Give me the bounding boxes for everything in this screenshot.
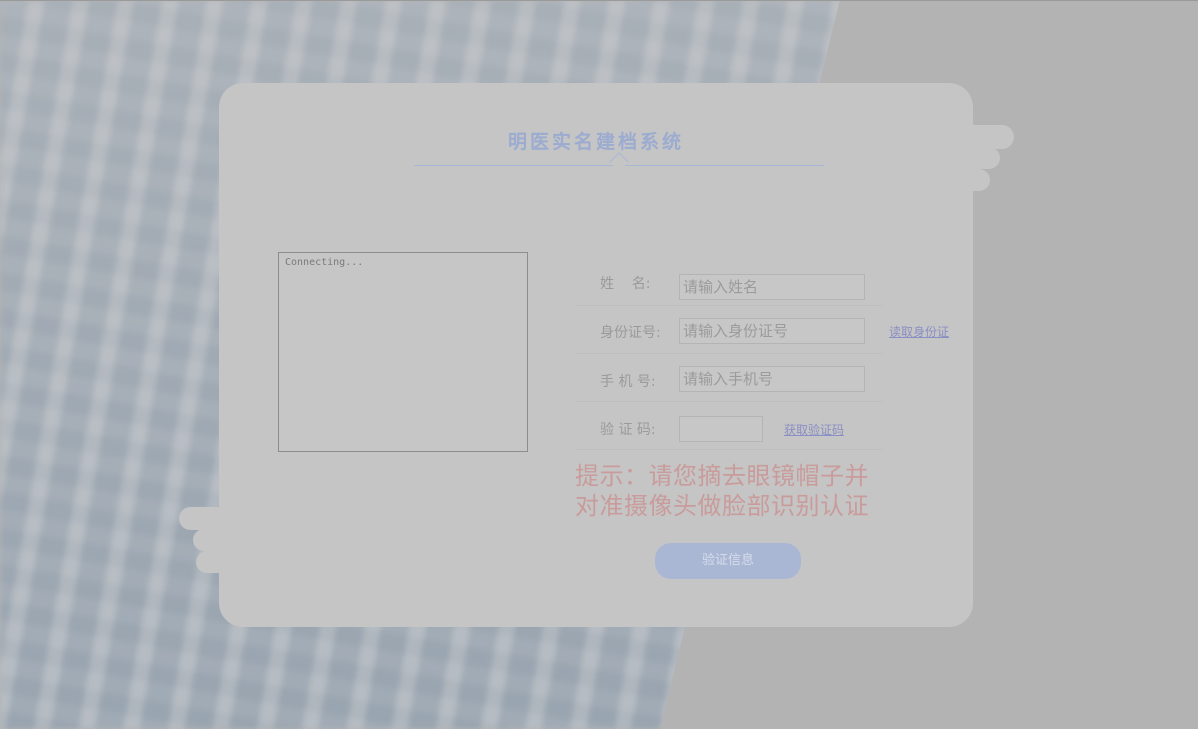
id-card-label: 身份证号: — [600, 325, 661, 341]
camera-status: Connecting... — [285, 257, 364, 268]
read-id-card-link[interactable]: 读取身份证 — [889, 323, 949, 340]
id-card-row: 身份证号: 请输入身份证号 — [575, 306, 883, 354]
hint-line-2: 对准摄像头做脸部识别认证 — [575, 492, 869, 520]
get-code-link[interactable]: 获取验证码 — [784, 421, 844, 438]
name-label: 姓 名: — [600, 276, 651, 292]
code-input[interactable] — [679, 416, 763, 442]
name-input[interactable]: 请输入姓名 — [679, 274, 865, 300]
id-card-input[interactable]: 请输入身份证号 — [679, 318, 865, 344]
hint-text: 提示：请您摘去眼镜帽子并 对准摄像头做脸部识别认证 — [575, 461, 905, 521]
code-label: 验 证 码: — [600, 422, 656, 438]
hint-line-1: 提示：请您摘去眼镜帽子并 — [575, 462, 869, 490]
verify-button[interactable]: 验证信息 — [655, 543, 801, 579]
phone-label: 手 机 号: — [600, 374, 656, 390]
registration-card: 明医实名建档系统 Connecting... 姓 名: 请输入姓名 身份证号: … — [219, 83, 973, 627]
title-notch — [609, 152, 629, 172]
camera-preview: Connecting... — [278, 252, 528, 452]
top-edge-line — [0, 0, 1198, 1]
name-row: 姓 名: 请输入姓名 — [575, 258, 883, 306]
phone-row: 手 机 号: 请输入手机号 — [575, 354, 883, 402]
phone-input[interactable]: 请输入手机号 — [679, 366, 865, 392]
page-title: 明医实名建档系统 — [507, 131, 684, 153]
